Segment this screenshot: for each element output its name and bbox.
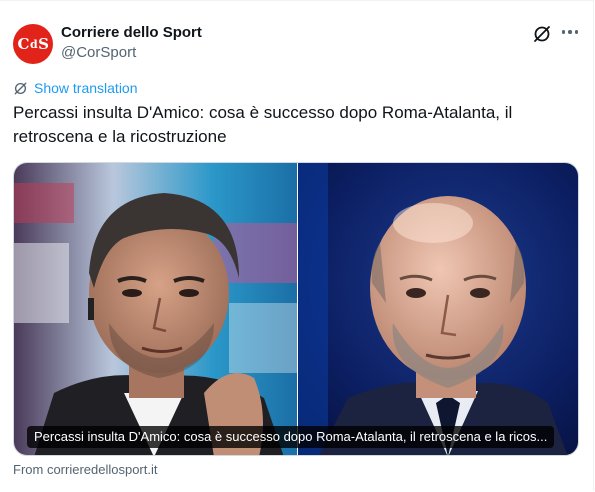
- more-options-button[interactable]: [560, 22, 580, 42]
- tweet-text: Percassi insulta D'Amico: cosa è success…: [13, 103, 513, 146]
- avatar[interactable]: CdS: [13, 24, 53, 64]
- author-name[interactable]: Corriere dello Sport: [61, 24, 202, 41]
- avatar-letter-c: C: [17, 35, 30, 53]
- more-dot: [561, 30, 566, 34]
- card-photo-left: [14, 163, 297, 455]
- show-translation-label: Show translation: [34, 80, 138, 96]
- show-translation-link[interactable]: Show translation: [13, 80, 138, 96]
- grok-icon[interactable]: [532, 24, 552, 44]
- avatar-letter-d: d: [29, 37, 38, 51]
- card-photo-right: [298, 163, 578, 455]
- card-source-link[interactable]: From corrieredellosport.it: [13, 462, 158, 477]
- avatar-letter-s: S: [38, 35, 49, 53]
- link-card[interactable]: Percassi insulta D'Amico: cosa è success…: [13, 162, 579, 456]
- translate-icon: [14, 82, 27, 94]
- more-dot: [574, 30, 579, 34]
- more-dot: [568, 30, 572, 34]
- author-handle[interactable]: @CorSport: [61, 44, 136, 61]
- card-caption: Percassi insulta D'Amico: cosa è success…: [27, 426, 555, 448]
